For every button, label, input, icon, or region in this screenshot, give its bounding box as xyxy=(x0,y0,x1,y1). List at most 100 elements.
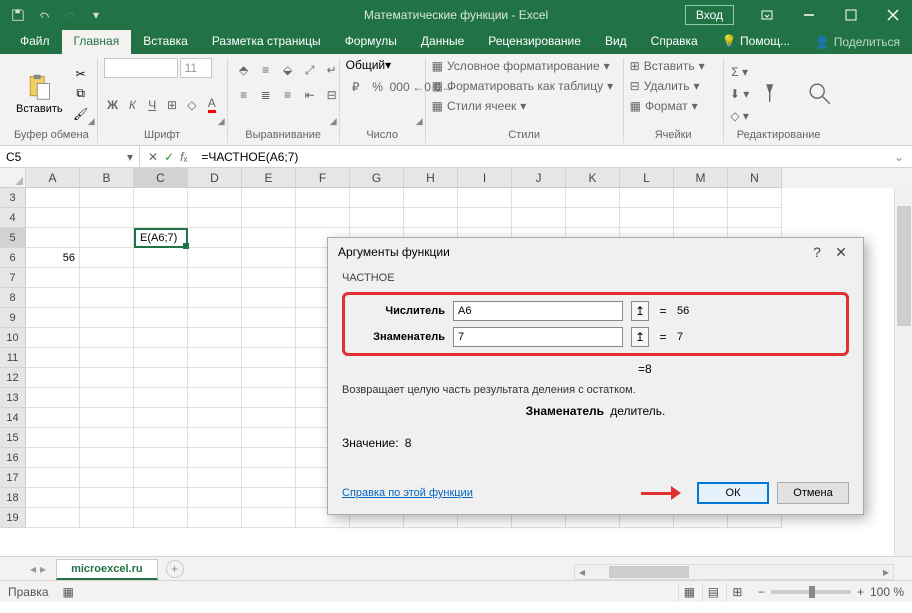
cell[interactable]: Е(A6;7) xyxy=(134,228,188,248)
tab-layout[interactable]: Разметка страницы xyxy=(200,30,333,54)
cell[interactable] xyxy=(134,468,188,488)
copy-icon[interactable]: ⧉ xyxy=(71,85,91,103)
cell[interactable] xyxy=(134,308,188,328)
accept-formula-icon[interactable]: ✓ xyxy=(164,150,174,164)
cell[interactable] xyxy=(80,268,134,288)
tab-tellme[interactable]: 💡 Помощ... xyxy=(710,30,802,54)
number-format-combo[interactable]: Общий▾ xyxy=(346,58,420,72)
maximize-icon[interactable] xyxy=(832,0,870,30)
cell[interactable] xyxy=(242,208,296,228)
align-top-icon[interactable]: ⬘ xyxy=(234,60,254,80)
cell[interactable] xyxy=(404,188,458,208)
cell[interactable] xyxy=(512,208,566,228)
cell[interactable] xyxy=(188,188,242,208)
column-header[interactable]: N xyxy=(728,168,782,188)
autosum-icon[interactable]: Σ ▾ xyxy=(730,62,750,82)
fill-color-icon[interactable]: ◇ xyxy=(183,95,201,115)
row-header[interactable]: 9 xyxy=(0,308,26,328)
cell[interactable] xyxy=(188,228,242,248)
tab-home[interactable]: Главная xyxy=(62,30,132,54)
undo-icon[interactable] xyxy=(32,3,56,27)
wrap-text-icon[interactable]: ↵ xyxy=(322,60,342,80)
help-link[interactable]: Справка по этой функции xyxy=(342,487,473,499)
column-header[interactable]: C xyxy=(134,168,188,188)
cell[interactable] xyxy=(134,208,188,228)
cell[interactable] xyxy=(26,208,80,228)
cell[interactable] xyxy=(26,488,80,508)
row-header[interactable]: 19 xyxy=(0,508,26,528)
column-header[interactable]: B xyxy=(80,168,134,188)
cell[interactable] xyxy=(134,508,188,528)
cell[interactable] xyxy=(296,208,350,228)
fill-icon[interactable]: ⬇ ▾ xyxy=(730,84,750,104)
cell[interactable] xyxy=(26,428,80,448)
cell[interactable] xyxy=(134,368,188,388)
cell[interactable] xyxy=(26,368,80,388)
cell[interactable] xyxy=(242,348,296,368)
row-header[interactable]: 14 xyxy=(0,408,26,428)
minimize-icon[interactable] xyxy=(790,0,828,30)
cell[interactable] xyxy=(296,188,350,208)
cell[interactable] xyxy=(242,408,296,428)
cell[interactable] xyxy=(188,328,242,348)
find-select-button[interactable] xyxy=(802,78,838,110)
cell[interactable] xyxy=(188,428,242,448)
cell[interactable] xyxy=(26,308,80,328)
zoom-slider[interactable] xyxy=(771,590,851,594)
cell[interactable] xyxy=(242,268,296,288)
zoom-level[interactable]: 100 % xyxy=(870,585,904,599)
font-color-icon[interactable]: А xyxy=(203,95,221,115)
column-header[interactable]: J xyxy=(512,168,566,188)
cell[interactable] xyxy=(80,428,134,448)
cell[interactable] xyxy=(242,308,296,328)
cell[interactable] xyxy=(242,428,296,448)
expand-formula-bar-icon[interactable]: ⌄ xyxy=(886,150,912,164)
font-name-combo[interactable] xyxy=(104,58,178,78)
clear-icon[interactable]: ◇ ▾ xyxy=(730,106,750,126)
cell[interactable] xyxy=(134,348,188,368)
cell[interactable] xyxy=(26,348,80,368)
cell[interactable] xyxy=(80,448,134,468)
cell[interactable] xyxy=(242,248,296,268)
cell[interactable] xyxy=(674,208,728,228)
currency-icon[interactable]: ₽ xyxy=(346,77,366,97)
cell[interactable] xyxy=(188,368,242,388)
cell[interactable] xyxy=(134,188,188,208)
add-sheet-icon[interactable]: + xyxy=(166,560,184,578)
row-header[interactable]: 17 xyxy=(0,468,26,488)
cell[interactable] xyxy=(80,488,134,508)
chevron-down-icon[interactable]: ▾ xyxy=(127,150,133,164)
cell[interactable] xyxy=(26,388,80,408)
cell[interactable] xyxy=(674,188,728,208)
cell[interactable] xyxy=(80,288,134,308)
column-header[interactable]: G xyxy=(350,168,404,188)
paste-button[interactable]: Вставить xyxy=(12,71,67,117)
cell[interactable] xyxy=(242,488,296,508)
cell[interactable] xyxy=(80,188,134,208)
cell[interactable] xyxy=(134,448,188,468)
row-header[interactable]: 11 xyxy=(0,348,26,368)
cell[interactable] xyxy=(458,208,512,228)
tab-view[interactable]: Вид xyxy=(593,30,639,54)
cell[interactable] xyxy=(242,448,296,468)
zoom-in-icon[interactable]: + xyxy=(857,585,864,599)
cell[interactable] xyxy=(80,248,134,268)
macro-record-icon[interactable]: ▦ xyxy=(63,585,74,599)
row-header[interactable]: 15 xyxy=(0,428,26,448)
row-header[interactable]: 3 xyxy=(0,188,26,208)
cell[interactable] xyxy=(242,508,296,528)
save-icon[interactable] xyxy=(6,3,30,27)
cell[interactable] xyxy=(134,268,188,288)
view-page-layout-icon[interactable]: ▤ xyxy=(702,583,724,601)
cut-icon[interactable]: ✂ xyxy=(71,65,91,83)
conditional-format-button[interactable]: ▦ Условное форматирование ▾ xyxy=(432,58,610,74)
bold-icon[interactable]: Ж xyxy=(104,95,122,115)
ribbon-options-icon[interactable] xyxy=(748,0,786,30)
italic-icon[interactable]: К xyxy=(123,95,141,115)
row-header[interactable]: 18 xyxy=(0,488,26,508)
column-header[interactable]: E xyxy=(242,168,296,188)
cell[interactable] xyxy=(26,448,80,468)
formula-input[interactable]: =ЧАСТНОЕ(A6;7) xyxy=(195,150,886,164)
cell[interactable] xyxy=(188,288,242,308)
cell[interactable] xyxy=(728,208,782,228)
